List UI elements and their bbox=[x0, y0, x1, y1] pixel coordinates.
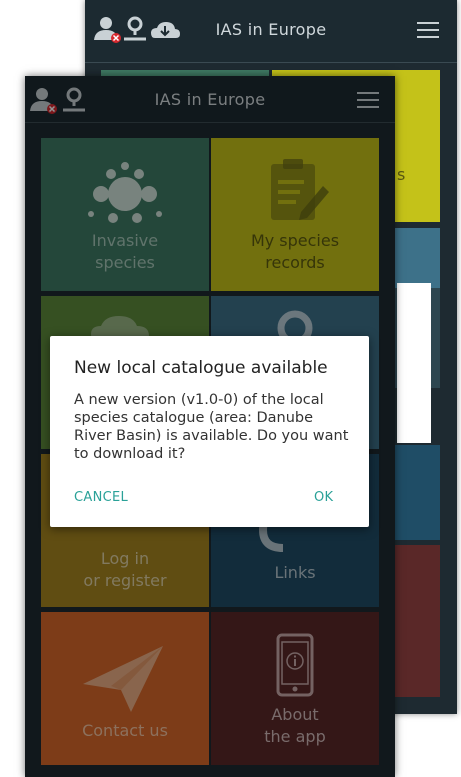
dialog-message: A new version (v1.0-0) of the local spec… bbox=[74, 392, 349, 462]
catalogue-dialog: New local catalogue available A new vers… bbox=[50, 336, 369, 527]
background-dialog-edge bbox=[397, 283, 431, 443]
background-app-bar: IAS in Europe bbox=[85, 0, 457, 63]
ok-button[interactable]: OK bbox=[314, 490, 333, 505]
cancel-button[interactable]: CANCEL bbox=[74, 490, 128, 505]
background-app-title: IAS in Europe bbox=[215, 20, 327, 39]
background-tile-text: s bbox=[397, 165, 406, 184]
hamburger-menu-icon[interactable] bbox=[417, 22, 439, 38]
dialog-title: New local catalogue available bbox=[74, 358, 328, 378]
